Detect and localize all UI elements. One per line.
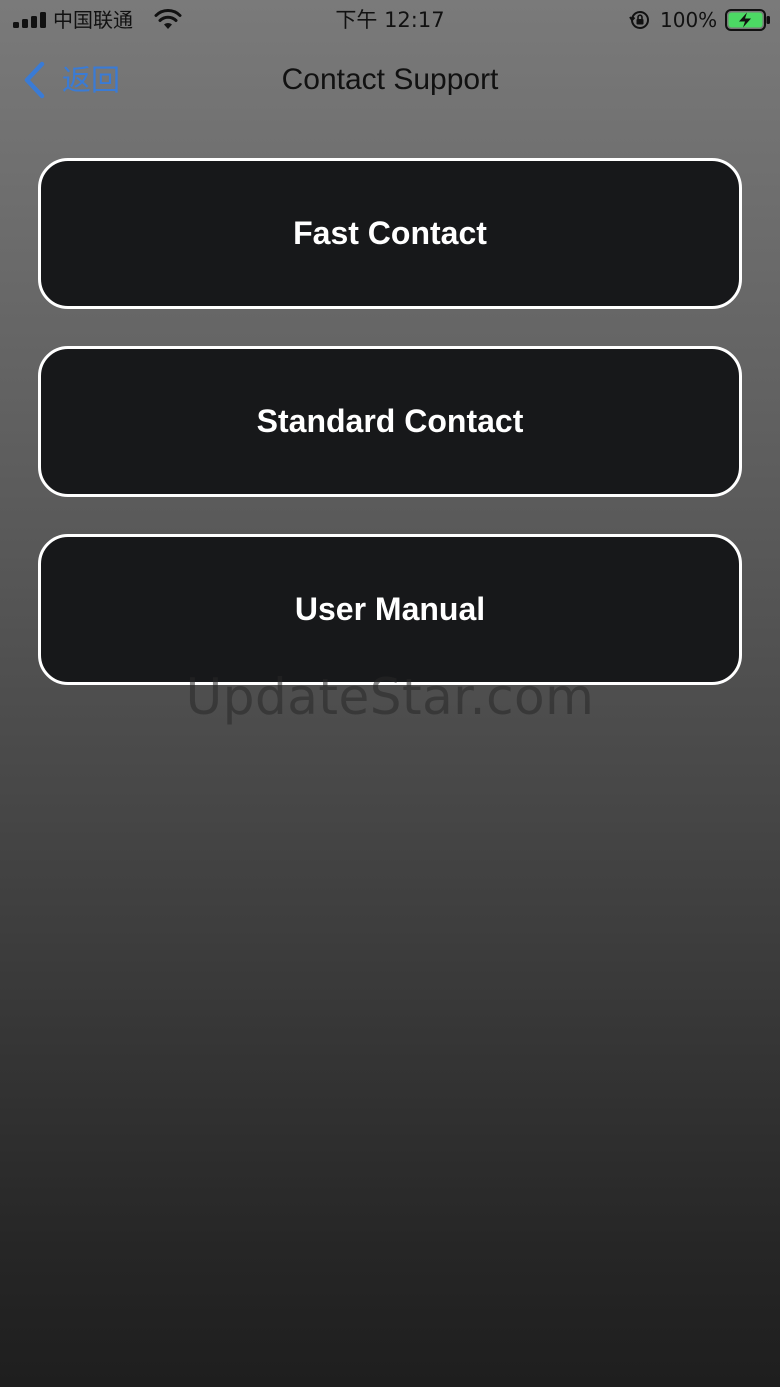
contact-options-menu: Fast Contact Standard Contact User Manua… <box>38 158 742 722</box>
fast-contact-label: Fast Contact <box>293 215 487 251</box>
page-title: Contact Support <box>281 63 499 96</box>
status-bar: 中国联通 下午 12:17 100% <box>0 0 780 40</box>
standard-contact-button[interactable]: Standard Contact <box>38 346 742 497</box>
fast-contact-button[interactable]: Fast Contact <box>38 158 742 309</box>
battery-percent: 100% <box>660 8 718 32</box>
user-manual-button[interactable]: User Manual <box>38 534 742 685</box>
standard-contact-label: Standard Contact <box>256 403 524 439</box>
navigation-bar: 返回 Contact Support <box>0 48 780 112</box>
battery-charging-icon <box>725 9 770 31</box>
user-manual-label: User Manual <box>294 591 486 627</box>
orientation-lock-icon <box>629 11 649 29</box>
